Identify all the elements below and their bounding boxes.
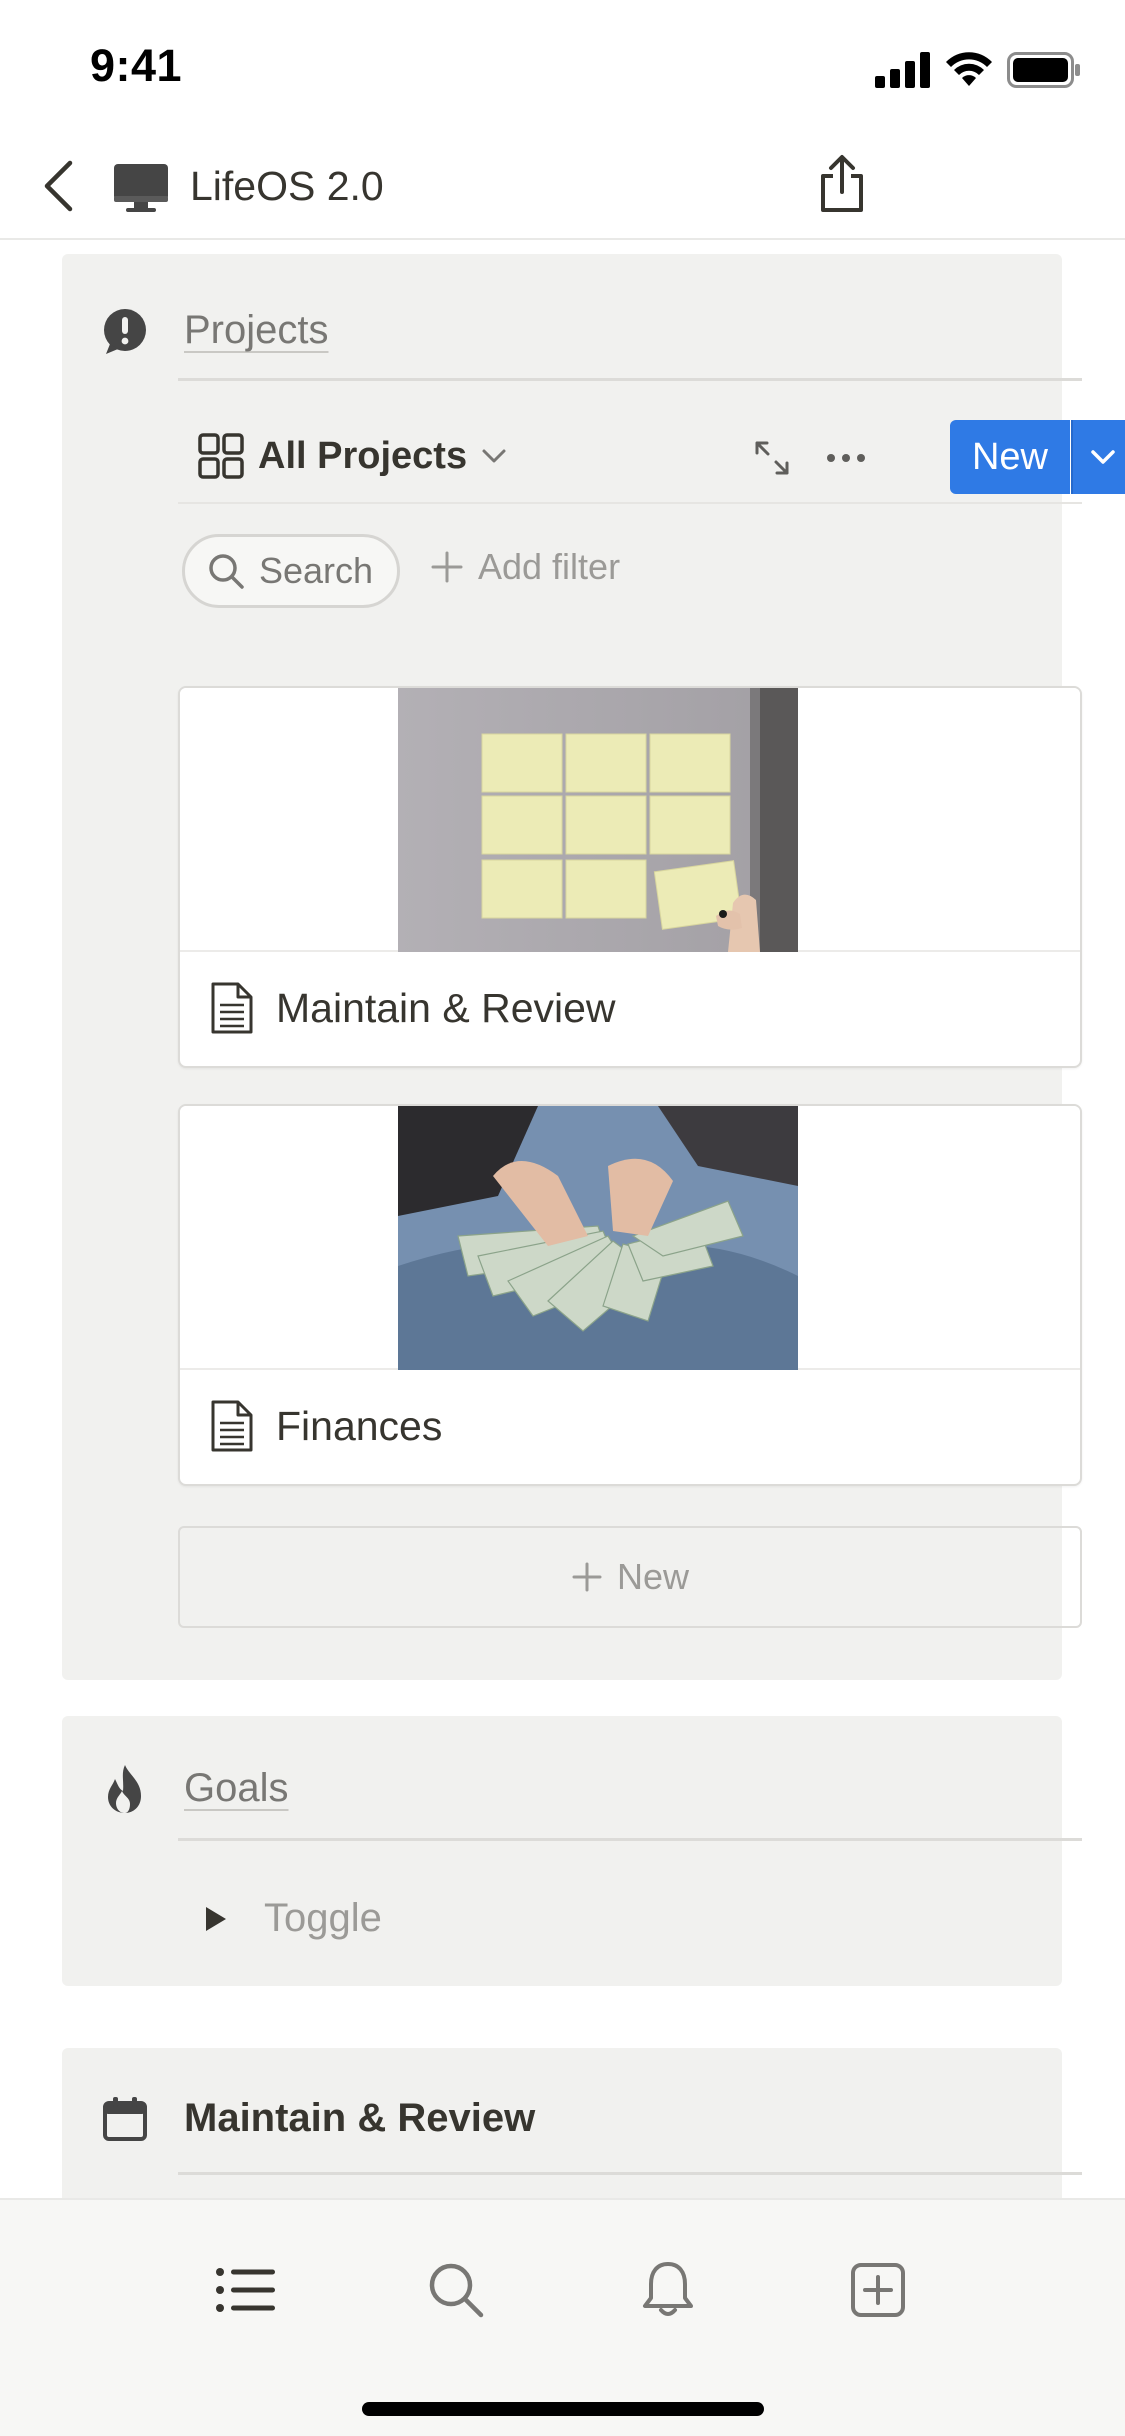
back-button[interactable] — [28, 154, 88, 218]
expand-button[interactable] — [748, 434, 796, 482]
status-icons — [875, 48, 1081, 92]
sticky-notes-cover-image — [398, 688, 798, 952]
add-new-item-button[interactable]: New — [178, 1526, 1082, 1628]
tab-search[interactable] — [416, 2250, 496, 2330]
view-label: All Projects — [258, 434, 468, 477]
toggle-block[interactable]: Toggle — [204, 1896, 382, 1941]
divider — [178, 2172, 1082, 2175]
filter-row: Search Add filter — [178, 534, 1082, 608]
top-navigation: LifeOS 2.0 — [0, 132, 1125, 240]
divider — [178, 378, 1082, 381]
tab-sidebar[interactable] — [206, 2250, 286, 2330]
plus-icon — [572, 1562, 602, 1592]
expand-arrows-icon — [755, 441, 789, 475]
chevron-down-icon — [1091, 450, 1115, 464]
card-title: Finances — [276, 1402, 443, 1449]
status-time: 9:41 — [90, 40, 183, 91]
gallery-view-icon — [198, 433, 244, 479]
toggle-label: Toggle — [264, 1896, 382, 1940]
ellipsis-icon — [827, 454, 865, 462]
tab-notifications[interactable] — [628, 2250, 708, 2330]
page-icon — [211, 982, 253, 1034]
more-options-button[interactable] — [818, 434, 874, 482]
new-dropdown-button[interactable] — [1071, 420, 1125, 494]
database-toolbar: All Projects New — [178, 410, 1125, 504]
home-indicator — [362, 2402, 764, 2416]
add-filter-button[interactable]: Add filter — [430, 546, 620, 588]
exclamation-icon — [98, 304, 152, 358]
battery-icon — [1007, 52, 1080, 88]
card-cover — [180, 1106, 1080, 1370]
projects-heading[interactable]: Projects — [184, 302, 329, 358]
divider — [178, 1838, 1082, 1841]
triangle-right-icon — [206, 1906, 226, 1931]
cellular-signal-icon — [875, 52, 930, 88]
new-page-icon — [851, 2263, 905, 2317]
tab-new-page[interactable] — [838, 2250, 918, 2330]
goals-callout: Goals Toggle — [62, 1716, 1082, 1986]
new-row-label: New — [616, 1556, 690, 1597]
flame-icon — [98, 1762, 152, 1816]
search-icon — [209, 554, 244, 589]
maintain-review-heading[interactable]: Maintain & Review — [184, 2090, 535, 2146]
card-title: Maintain & Review — [276, 984, 616, 1031]
page-icon — [211, 1400, 253, 1452]
share-icon — [821, 155, 863, 212]
projects-callout: Projects All Projects New Search Add fil… — [62, 254, 1125, 1680]
gallery-card[interactable]: Finances — [178, 1104, 1082, 1486]
goals-heading[interactable]: Goals — [184, 1760, 289, 1816]
plus-icon — [431, 551, 463, 583]
bottom-tab-bar — [0, 2198, 1125, 2436]
add-filter-label: Add filter — [478, 546, 621, 587]
calendar-icon — [98, 2092, 152, 2146]
bell-icon — [643, 2262, 693, 2316]
desktop-computer-icon — [114, 164, 168, 212]
share-button[interactable] — [810, 146, 874, 222]
money-cover-image — [398, 1106, 798, 1370]
card-cover — [180, 688, 1080, 952]
view-switcher[interactable]: All Projects — [198, 428, 507, 484]
card-title-row: Maintain & Review — [210, 978, 616, 1038]
new-button[interactable]: New — [950, 420, 1070, 494]
list-icon — [216, 2268, 275, 2312]
search-icon — [429, 2263, 484, 2318]
card-title-row: Finances — [210, 1396, 442, 1456]
chevron-left-icon — [44, 160, 73, 212]
search-label: Search — [259, 550, 374, 591]
search-button[interactable]: Search — [182, 534, 400, 608]
wifi-icon — [946, 52, 992, 86]
gallery-card[interactable]: Maintain & Review — [178, 686, 1082, 1068]
chevron-down-icon — [482, 449, 506, 463]
status-bar: 9:41 — [0, 0, 1125, 132]
page-title: LifeOS 2.0 — [190, 163, 384, 209]
